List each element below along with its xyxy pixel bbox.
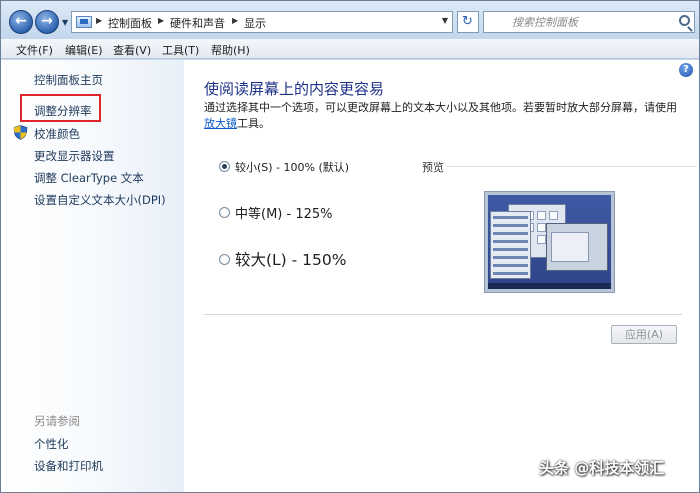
main-content: ? 使阅读屏幕上的内容更容易 通过选择其中一个选项，可以更改屏幕上的文本大小以及…	[184, 60, 699, 492]
breadcrumb-display[interactable]: 显示	[244, 15, 266, 31]
navigation-bar: ← → ▼ ▶ 控制面板 ▶ 硬件和声音 ▶ 显示 ▼ ↻	[1, 1, 699, 39]
sidebar-item-adjust-resolution[interactable]: 调整分辨率	[34, 103, 92, 119]
preview-window-dialog	[546, 223, 608, 271]
menu-view[interactable]: 查看(V)	[113, 42, 151, 58]
see-also-heading: 另请参阅	[34, 414, 80, 428]
refresh-icon: ↻	[462, 14, 473, 29]
option-larger-label[interactable]: 较大(L) - 150%	[235, 248, 347, 270]
chevron-right-icon[interactable]: ▶	[232, 16, 238, 25]
preview-desktop	[488, 195, 611, 289]
preview-label: 预览	[422, 161, 444, 174]
sidebar-item-devices-printers[interactable]: 设备和打印机	[34, 458, 103, 474]
menu-file[interactable]: 文件(F)	[16, 42, 53, 58]
menu-help[interactable]: 帮助(H)	[211, 42, 250, 58]
breadcrumb-hardware-sound[interactable]: 硬件和声音	[170, 15, 225, 31]
description-text: 通过选择其中一个选项，可以更改屏幕上的文本大小以及其他项。若要暂时放大部分屏幕，…	[204, 101, 677, 114]
preview-window-list	[490, 211, 531, 279]
watermark: 头条 @科技本领汇	[539, 459, 665, 477]
page-title: 使阅读屏幕上的内容更容易	[204, 80, 385, 98]
page-description: 通过选择其中一个选项，可以更改屏幕上的文本大小以及其他项。若要暂时放大部分屏幕，…	[204, 100, 680, 132]
sidebar-item-adjust-cleartype[interactable]: 调整 ClearType 文本	[34, 170, 144, 186]
history-dropdown-icon[interactable]: ▼	[62, 18, 68, 27]
radio-medium[interactable]	[219, 207, 230, 218]
search-input[interactable]	[484, 12, 672, 32]
sidebar-item-custom-dpi[interactable]: 设置自定义文本大小(DPI)	[34, 192, 166, 208]
sidebar-item-change-display-settings[interactable]: 更改显示器设置	[34, 148, 115, 164]
option-medium-label[interactable]: 中等(M) - 125%	[235, 203, 332, 222]
arrow-right-icon: →	[41, 13, 53, 29]
preview-taskbar	[488, 283, 611, 289]
radio-larger[interactable]	[219, 254, 230, 265]
chevron-right-icon[interactable]: ▶	[158, 16, 164, 25]
control-panel-icon	[76, 16, 92, 28]
sidebar-item-personalization[interactable]: 个性化	[34, 436, 69, 452]
sidebar-item-calibrate-color[interactable]: 校准颜色	[34, 126, 80, 142]
preview-image	[484, 191, 615, 293]
option-smaller-label[interactable]: 较小(S) - 100% (默认)	[235, 159, 349, 175]
search-box[interactable]	[483, 11, 695, 33]
search-icon[interactable]	[679, 15, 690, 26]
back-button[interactable]: ←	[9, 10, 33, 34]
chevron-right-icon[interactable]: ▶	[96, 16, 102, 25]
sidebar: 控制面板主页 调整分辨率 校准颜色 更改显示器设置 调整 ClearType 文…	[1, 60, 184, 492]
description-tail: 工具。	[237, 117, 270, 130]
refresh-button[interactable]: ↻	[457, 11, 479, 33]
forward-button[interactable]: →	[35, 10, 59, 34]
menu-bar: 文件(F) 编辑(E) 查看(V) 工具(T) 帮助(H)	[1, 39, 699, 59]
window-frame: ← → ▼ ▶ 控制面板 ▶ 硬件和声音 ▶ 显示 ▼ ↻ 文件(F) 编辑(E…	[0, 0, 700, 493]
uac-shield-icon	[13, 125, 28, 140]
apply-button[interactable]: 应用(A)	[611, 325, 677, 344]
address-bar[interactable]: ▶ 控制面板 ▶ 硬件和声音 ▶ 显示 ▼	[71, 11, 453, 33]
menu-tools[interactable]: 工具(T)	[162, 42, 199, 58]
preview-divider	[446, 166, 697, 167]
breadcrumb-control-panel[interactable]: 控制面板	[108, 15, 152, 31]
menu-edit[interactable]: 编辑(E)	[65, 42, 103, 58]
arrow-left-icon: ←	[15, 13, 27, 29]
sidebar-item-control-panel-home[interactable]: 控制面板主页	[34, 72, 103, 88]
radio-smaller[interactable]	[219, 161, 230, 172]
magnifier-link[interactable]: 放大镜	[204, 117, 237, 130]
address-dropdown-icon[interactable]: ▼	[442, 16, 448, 25]
content-divider	[204, 314, 682, 315]
help-icon[interactable]: ?	[679, 63, 693, 77]
